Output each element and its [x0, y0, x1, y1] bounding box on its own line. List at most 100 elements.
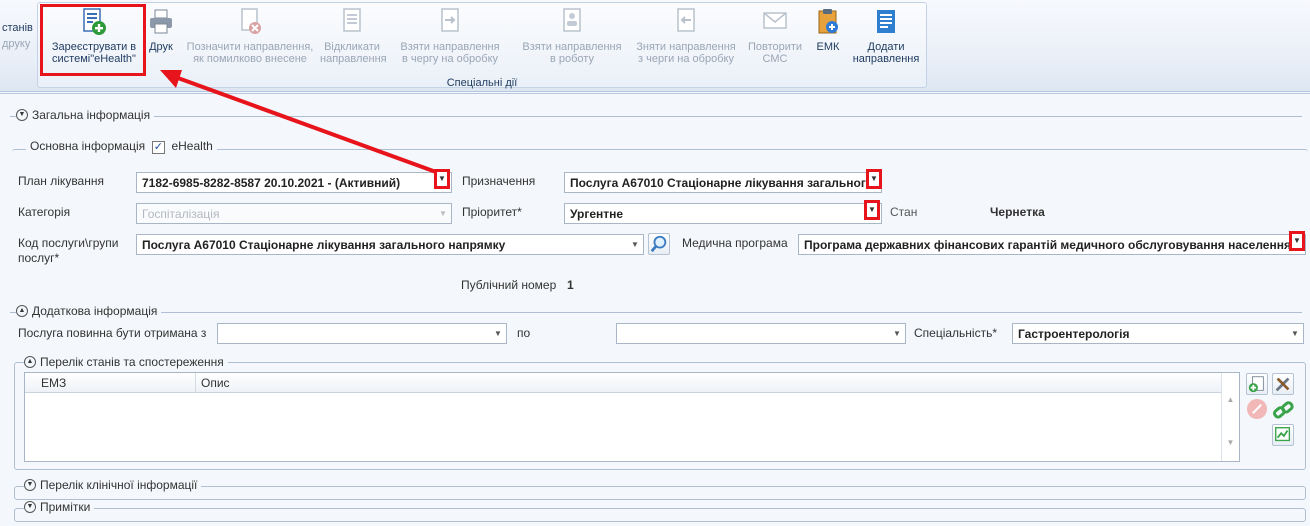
chevron-down-icon: ▼	[628, 236, 642, 253]
chevron-down-icon: ▼	[890, 325, 904, 342]
expand-chevron-icon[interactable]: ▼	[24, 501, 36, 513]
recall-button[interactable]: Відкликати направлення	[320, 7, 387, 77]
remove-queue-button[interactable]: Зняти направлення з черги на обробку	[630, 7, 742, 77]
export-button[interactable]	[1272, 424, 1294, 446]
additional-section-line	[10, 312, 1302, 313]
plan-field[interactable]: 7182-6985-8282-8587 20.10.2021 - (Активн…	[136, 172, 452, 193]
collapse-chevron-icon[interactable]: ▲	[24, 356, 36, 368]
program-field[interactable]: Програма державних фінансових гарантій м…	[798, 234, 1306, 255]
column-divider	[195, 373, 196, 393]
scroll-up-icon[interactable]: ▲	[1222, 373, 1239, 404]
add-doc-icon	[1248, 376, 1264, 393]
column-description[interactable]: Опис	[201, 376, 230, 390]
general-section-header[interactable]: ▼ Загальна інформація	[16, 108, 155, 122]
ribbon-toolbar: станів друку Зареєструвати в системі"eHe…	[0, 0, 1310, 92]
category-field: Госпіталізація ▼	[136, 203, 452, 224]
additional-section-header[interactable]: ▲ Додаткова інформація	[16, 304, 162, 318]
service-value: Послуга A67010 Стаціонарне лікування заг…	[142, 238, 506, 252]
notes-title: Примітки	[40, 500, 91, 514]
repeat-sms-button[interactable]: Повторити СМС	[742, 7, 808, 77]
printer-icon	[150, 9, 172, 34]
take-queue-label: Взяти направлення в чергу на обробку	[400, 41, 500, 65]
priority-value: Ургентне	[570, 207, 624, 221]
specialty-label: Спеціальність*	[914, 326, 998, 340]
add-referral-button[interactable]: Додати направлення	[848, 7, 924, 77]
purpose-dropdown-button[interactable]: ▼	[866, 169, 882, 189]
mark-wrong-label: Позначити направлення, як помилково внес…	[186, 41, 314, 65]
chart-export-icon	[1275, 427, 1291, 442]
collapse-chevron-icon[interactable]: ▲	[16, 305, 28, 317]
clinical-info-title: Перелік клінічної інформації	[40, 478, 198, 492]
clinical-info-header[interactable]: ▼ Перелік клінічної інформації	[24, 478, 202, 492]
service-label-line1: Код послуги\групи	[18, 236, 119, 250]
take-queue-button[interactable]: Взяти направлення в чергу на обробку	[384, 7, 516, 77]
general-section-line	[10, 116, 1302, 117]
to-field[interactable]: ▼	[616, 323, 906, 344]
link-icon[interactable]	[1272, 399, 1294, 421]
chevron-down-icon: ▼	[438, 174, 446, 183]
received-from-field[interactable]: ▼	[217, 323, 507, 344]
service-search-button[interactable]	[648, 233, 670, 255]
chevron-down-icon: ▼	[868, 205, 876, 214]
chain-link-icon	[1272, 401, 1294, 419]
plan-dropdown-button[interactable]: ▼	[434, 169, 450, 189]
edit-row-button[interactable]	[1272, 373, 1294, 395]
queue-in-icon	[441, 8, 459, 32]
recall-label: Відкликати направлення	[320, 41, 387, 65]
specialty-field[interactable]: Гастроентерологія ▼	[1012, 323, 1304, 344]
print-label: Друк	[149, 41, 173, 53]
take-work-label: Взяти направлення в роботу	[522, 41, 622, 65]
scroll-down-icon[interactable]: ▼	[1222, 404, 1239, 447]
main-info-title-text: Основна інформація	[30, 139, 146, 153]
category-value: Госпіталізація	[142, 207, 220, 221]
purpose-label: Призначення	[462, 174, 536, 188]
expand-chevron-icon[interactable]: ▼	[24, 479, 36, 491]
ribbon-group-title: Спеціальні дії	[446, 77, 518, 89]
ribbon-cut-label: станів друку	[2, 20, 33, 52]
chevron-down-icon: ▼	[1288, 325, 1302, 342]
cancel-doc-icon	[241, 8, 261, 34]
add-row-button[interactable]	[1246, 373, 1268, 395]
status-label: Стан	[890, 205, 918, 219]
chevron-down-icon: ▼	[491, 325, 505, 342]
ribbon-cut-line1: станів	[2, 22, 33, 34]
specialty-value: Гастроентерологія	[1018, 327, 1130, 341]
conditions-table[interactable]: ЕМЗ Опис ▲ ▼	[24, 372, 1240, 462]
purpose-field[interactable]: Послуга A67010 Стаціонарне лікування заг…	[564, 172, 882, 193]
priority-dropdown-button[interactable]: ▼	[864, 200, 880, 220]
tools-icon	[1275, 377, 1290, 392]
plan-value: 7182-6985-8282-8587 20.10.2021 - (Активн…	[142, 176, 401, 190]
magnifier-icon	[650, 235, 667, 253]
emk-label: ЕМК	[816, 41, 840, 53]
highlight-register	[40, 4, 146, 76]
print-button[interactable]: Друк	[144, 7, 178, 77]
public-number-label: Публічний номер	[461, 278, 557, 292]
special-actions-group: Зареєструвати в системі"eHealth" Друк По…	[37, 2, 927, 89]
ehealth-checkbox[interactable]: ✓	[151, 141, 165, 154]
program-dropdown-button[interactable]: ▼	[1289, 231, 1305, 251]
plan-label: План лікування	[18, 174, 104, 188]
additional-section-title: Додаткова інформація	[32, 304, 158, 318]
public-number-value: 1	[567, 278, 574, 292]
notes-header[interactable]: ▼ Примітки	[24, 500, 95, 514]
remove-queue-label: Зняти направлення з черги на обробку	[636, 41, 736, 65]
general-section-title: Загальна інформація	[32, 108, 151, 122]
delete-row-icon[interactable]	[1247, 399, 1267, 419]
emk-button[interactable]: ЕМК	[808, 7, 848, 77]
priority-field[interactable]: Ургентне	[564, 203, 882, 224]
mark-wrong-button[interactable]: Позначити направлення, як помилково внес…	[180, 7, 320, 77]
chevron-down-icon: ▼	[870, 174, 878, 183]
program-value: Програма державних фінансових гарантій м…	[804, 238, 1291, 252]
notes-fieldset	[14, 508, 1306, 522]
table-scrollbar[interactable]: ▲ ▼	[1221, 373, 1239, 461]
take-work-button[interactable]: Взяти направлення в роботу	[516, 7, 628, 77]
conditions-header[interactable]: ▲ Перелік станів та спостереження	[24, 355, 228, 369]
repeat-sms-label: Повторити СМС	[747, 41, 803, 65]
status-value: Чернетка	[990, 205, 1045, 219]
column-emz[interactable]: ЕМЗ	[41, 376, 66, 390]
conditions-title: Перелік станів та спостереження	[40, 355, 224, 369]
collapse-chevron-icon[interactable]: ▼	[16, 109, 28, 121]
form-content: ▼ Загальна інформація Основна інформація…	[0, 93, 1310, 526]
service-field[interactable]: Послуга A67010 Стаціонарне лікування заг…	[136, 234, 644, 255]
purpose-value: Послуга A67010 Стаціонарне лікування заг…	[570, 176, 881, 190]
